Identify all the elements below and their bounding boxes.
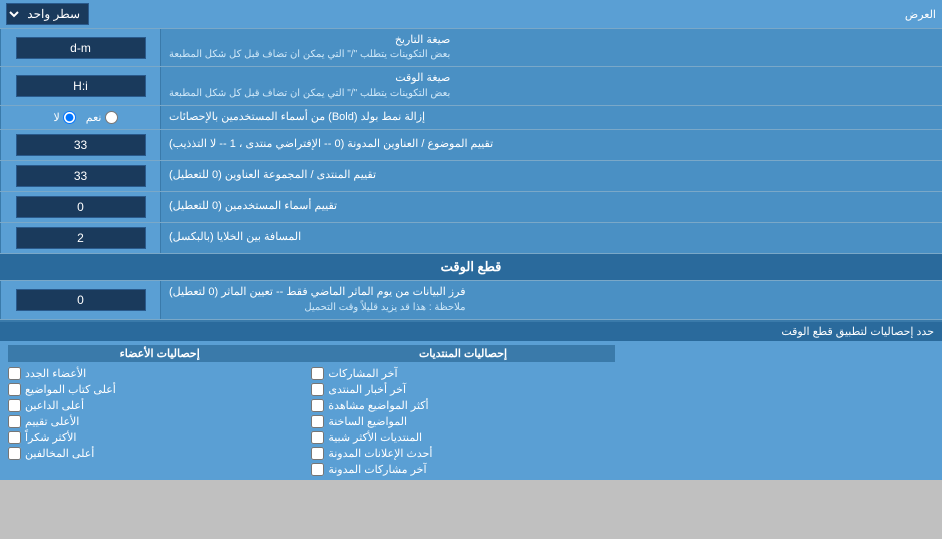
topic-order-input-cell [0,130,160,160]
checkbox-posts-2[interactable] [311,399,324,412]
bottom-header: حدد إحصاليات لتطبيق قطع الوقت [0,322,942,341]
user-names-row: تقييم أسماء المستخدمين (0 للتعطيل) [0,192,942,223]
posts-item-2: أكثر المواضيع مشاهدة [311,399,614,412]
posts-item-4: المنتديات الأكثر شبية [311,431,614,444]
checkbox-members-4[interactable] [8,431,21,444]
date-format-input[interactable] [16,37,146,59]
checkbox-members-0[interactable] [8,367,21,380]
checkbox-members-3[interactable] [8,415,21,428]
posts-item-6: آخر مشاركات المدونة [311,463,614,476]
date-format-label: صيغة التاريخ بعض التكوينات يتطلب "/" الت… [160,29,942,66]
members-item-2: أعلى الداعين [8,399,311,412]
topic-order-input[interactable] [16,134,146,156]
bold-remove-input-cell: نعم لا [0,106,160,129]
time-format-label: صيغة الوقت بعض التكوينات يتطلب "/" التي … [160,67,942,104]
members-item-0: الأعضاء الجدد [8,367,311,380]
time-cut-label: فرز البيانات من يوم الماثر الماضي فقط --… [160,281,942,318]
display-label: العرض [905,8,936,21]
date-format-row: صيغة التاريخ بعض التكوينات يتطلب "/" الت… [0,29,942,67]
topic-order-row: تقييم الموضوع / العناوين المدونة (0 -- ا… [0,130,942,161]
display-select[interactable]: سطر واحد [6,3,89,25]
bold-remove-row: إزالة نمط بولد (Bold) من أسماء المستخدمي… [0,106,942,130]
members-item-3: الأعلى تقييم [8,415,311,428]
forum-order-input-cell [0,161,160,191]
posts-item-3: المواضيع الساخنة [311,415,614,428]
date-format-input-cell [0,29,160,66]
time-cut-row: فرز البيانات من يوم الماثر الماضي فقط --… [0,281,942,319]
forum-order-input[interactable] [16,165,146,187]
time-format-row: صيغة الوقت بعض التكوينات يتطلب "/" التي … [0,67,942,105]
bottom-section: حدد إحصاليات لتطبيق قطع الوقت إحصاليات ا… [0,320,942,480]
forum-order-label: تقييم المنتدى / المجموعة العناوين (0 للت… [160,161,942,191]
posts-item-5: أحدث الإعلانات المدونة [311,447,614,460]
cell-spacing-row: المسافة بين الخلايا (بالبكسل) [0,223,942,254]
main-container: العرض سطر واحد صيغة التاريخ بعض التكوينا… [0,0,942,480]
user-names-label: تقييم أسماء المستخدمين (0 للتعطيل) [160,192,942,222]
time-cut-header: قطع الوقت [0,254,942,281]
user-names-input-cell [0,192,160,222]
members-item-5: أعلى المخالفين [8,447,311,460]
radio-no-label[interactable]: لا [54,111,76,124]
bold-radio-group: نعم لا [44,111,118,124]
top-row: العرض سطر واحد [0,0,942,29]
checkbox-members-1[interactable] [8,383,21,396]
checkboxes-area: إحصاليات المنتديات آخر المشاركات آخر أخب… [0,341,942,480]
time-format-input-cell [0,67,160,104]
checkbox-posts-5[interactable] [311,447,324,460]
select-wrapper: سطر واحد [6,3,89,25]
posts-header: إحصاليات المنتديات [311,345,614,362]
checkbox-members-2[interactable] [8,399,21,412]
checkbox-posts-6[interactable] [311,463,324,476]
members-header: إحصاليات الأعضاء [8,345,311,362]
radio-no[interactable] [63,111,76,124]
checkbox-posts-1[interactable] [311,383,324,396]
checkbox-posts-3[interactable] [311,415,324,428]
cell-spacing-input[interactable] [16,227,146,249]
topic-order-label: تقييم الموضوع / العناوين المدونة (0 -- ا… [160,130,942,160]
checkbox-posts-0[interactable] [311,367,324,380]
time-cut-input-cell [0,281,160,318]
user-names-input[interactable] [16,196,146,218]
time-format-input[interactable] [16,75,146,97]
radio-yes[interactable] [105,111,118,124]
forum-order-row: تقييم المنتدى / المجموعة العناوين (0 للت… [0,161,942,192]
members-item-4: الأكثر شكراً [8,431,311,444]
cell-spacing-label: المسافة بين الخلايا (بالبكسل) [160,223,942,253]
cell-spacing-input-cell [0,223,160,253]
radio-yes-label[interactable]: نعم [86,111,118,124]
checkbox-members-5[interactable] [8,447,21,460]
posts-item-0: آخر المشاركات [311,367,614,380]
bold-remove-label: إزالة نمط بولد (Bold) من أسماء المستخدمي… [160,106,942,129]
checkbox-posts-4[interactable] [311,431,324,444]
time-cut-input[interactable] [16,289,146,311]
posts-item-1: آخر أخبار المنتدى [311,383,614,396]
posts-column: إحصاليات المنتديات آخر المشاركات آخر أخب… [311,345,614,476]
members-item-1: أعلى كتاب المواضيع [8,383,311,396]
left-section [615,345,934,476]
members-column: إحصاليات الأعضاء الأعضاء الجدد أعلى كتاب… [8,345,311,476]
